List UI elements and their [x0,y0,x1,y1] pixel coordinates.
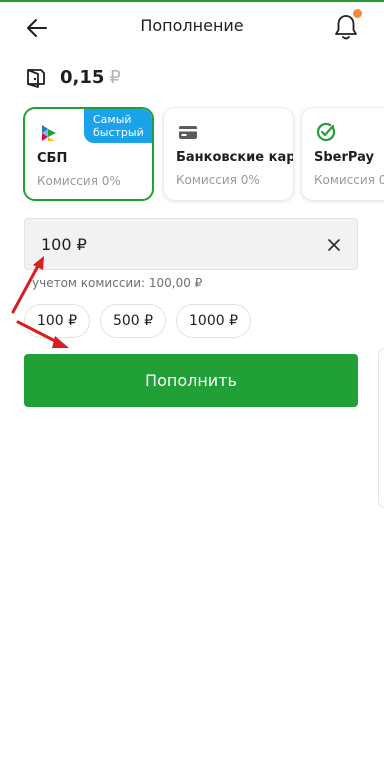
annotation-arrow-to-button [16,320,69,348]
annotation-arrows [11,256,69,348]
annotation-arrow-to-input [11,256,44,314]
